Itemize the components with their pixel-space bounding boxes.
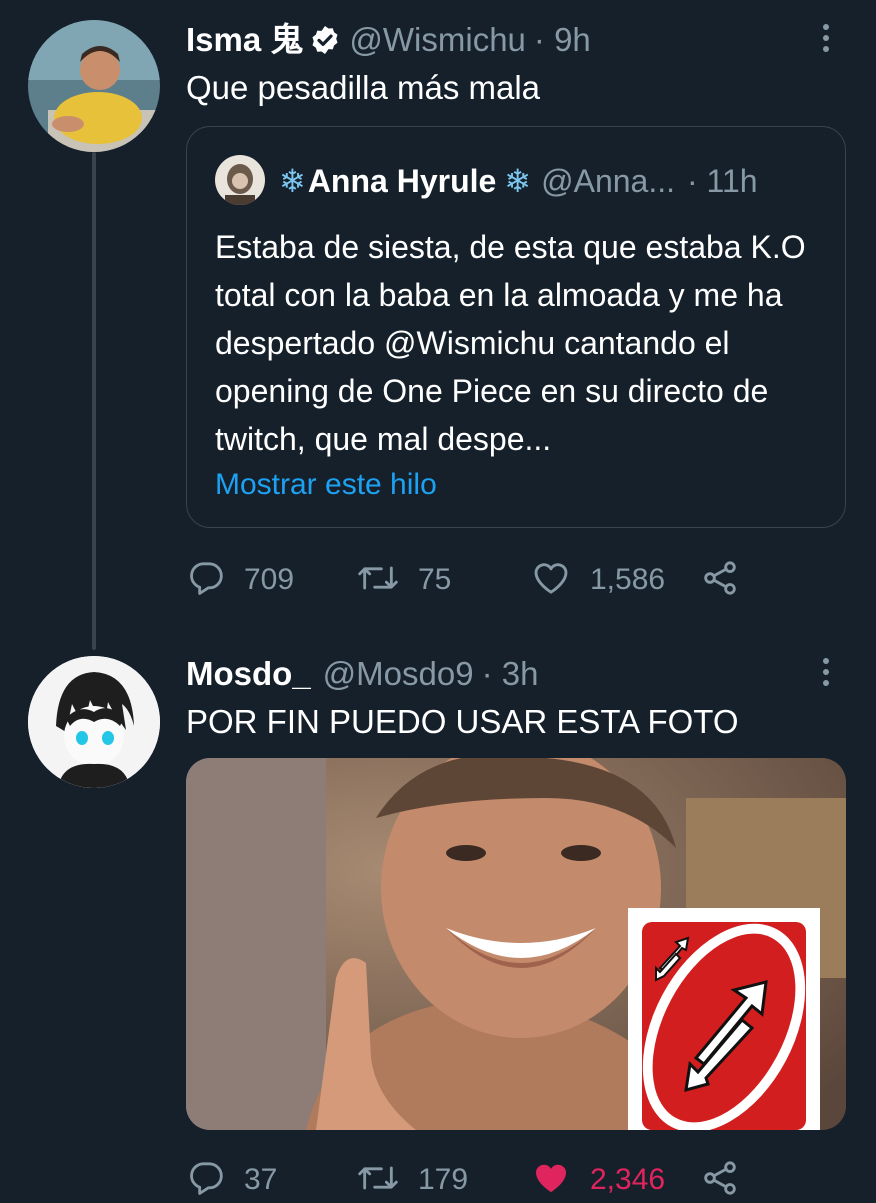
quote-author-handle: @Anna... <box>541 163 675 199</box>
author-handle[interactable]: @Wismichu <box>349 20 526 60</box>
snowflake-icon: ❄ <box>504 163 532 199</box>
heart-icon <box>530 558 572 603</box>
retweet-icon <box>356 1158 400 1203</box>
tweet-time: · 9h <box>533 21 591 58</box>
reply-icon <box>186 1158 226 1203</box>
retweet-button[interactable]: 179 <box>356 1158 468 1202</box>
share-icon <box>700 558 740 603</box>
more-icon[interactable] <box>816 652 836 692</box>
show-thread-link[interactable]: Mostrar este hilo <box>215 465 437 505</box>
author-name[interactable]: Mosdo_ <box>186 654 311 694</box>
share-button[interactable] <box>700 558 740 602</box>
verified-badge-icon <box>309 24 341 56</box>
avatar-isma[interactable] <box>28 20 160 152</box>
heart-icon <box>530 1158 572 1203</box>
retweet-count: 75 <box>418 563 452 596</box>
tweet-1-actions: 709 75 1,586 <box>186 558 786 602</box>
quoted-tweet[interactable]: ❄ Anna Hyrule ❄ @Anna... · 11h Estaba de… <box>186 126 846 528</box>
reply-count: 709 <box>244 563 295 596</box>
reply-button[interactable]: 37 <box>186 1158 277 1202</box>
quote-avatar <box>215 155 265 205</box>
like-count: 2,346 <box>590 1163 666 1196</box>
like-button[interactable]: 2,346 <box>530 1158 665 1202</box>
thread-connector-line <box>92 152 96 650</box>
tweet-2-actions: 37 179 2,346 <box>186 1158 786 1202</box>
reply-button[interactable]: 709 <box>186 558 294 602</box>
author-handle[interactable]: @Mosdo9 <box>323 654 474 694</box>
tweet-2-header: Mosdo_ @Mosdo9 · 3h <box>186 654 538 694</box>
more-icon[interactable] <box>816 18 836 58</box>
quote-header: ❄ Anna Hyrule ❄ @Anna... · 11h <box>279 161 758 201</box>
retweet-button[interactable]: 75 <box>356 558 451 602</box>
reply-count: 37 <box>244 1163 278 1196</box>
quote-author-name: Anna Hyrule <box>307 163 497 199</box>
share-icon <box>700 1158 740 1203</box>
tweet-1-header: Isma 鬼 @Wismichu · 9h <box>186 20 591 60</box>
author-name[interactable]: Isma 鬼 <box>186 20 303 60</box>
share-button[interactable] <box>700 1158 740 1202</box>
retweet-count: 179 <box>418 1163 469 1196</box>
tweet-photo[interactable] <box>186 758 846 1130</box>
tweet-time: · 3h <box>481 655 539 692</box>
quote-time: · 11h <box>687 163 758 199</box>
reply-icon <box>186 558 226 603</box>
tweet-text: Que pesadilla más mala <box>186 69 541 106</box>
avatar-mosdo[interactable] <box>28 656 160 788</box>
like-count: 1,586 <box>590 563 666 596</box>
retweet-icon <box>356 558 400 603</box>
quote-text: Estaba de siesta, de esta que estaba K.O… <box>215 229 806 457</box>
like-button[interactable]: 1,586 <box>530 558 665 602</box>
snowflake-icon: ❄ <box>279 163 306 199</box>
tweet-text: POR FIN PUEDO USAR ESTA FOTO <box>186 703 739 740</box>
